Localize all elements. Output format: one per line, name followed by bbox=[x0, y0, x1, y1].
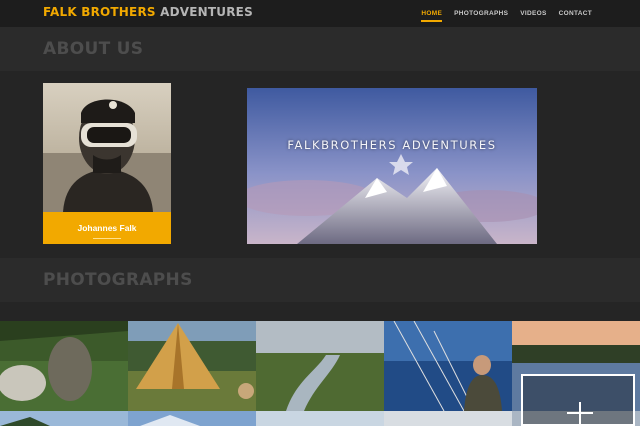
main-nav: HOME PHOTOGRAPHS VIDEOS CONTACT bbox=[421, 10, 592, 22]
profile-card[interactable]: Johannes Falk bbox=[43, 83, 171, 244]
gallery-tile-tent[interactable] bbox=[128, 321, 256, 411]
banner-title: FALKBROTHERS ADVENTURES bbox=[287, 138, 497, 152]
boat-photo bbox=[384, 321, 512, 411]
profile-name: Johannes Falk bbox=[77, 223, 137, 233]
tent-photo bbox=[128, 321, 256, 411]
fish-photo bbox=[0, 321, 128, 411]
profile-namebar: Johannes Falk bbox=[43, 212, 171, 244]
banner-image bbox=[247, 88, 537, 244]
name-divider bbox=[93, 238, 121, 239]
logo-part-adventures: ADVENTURES bbox=[160, 5, 253, 19]
profile-photo bbox=[43, 83, 171, 212]
plus-icon-horizontal bbox=[567, 412, 593, 414]
gallery-hover-overlay[interactable] bbox=[521, 374, 635, 426]
photographs-heading: PHOTOGRAPHS bbox=[43, 270, 193, 290]
top-navbar: FALK BROTHERS ADVENTURES HOME PHOTOGRAPH… bbox=[0, 0, 640, 27]
river-photo bbox=[256, 321, 384, 411]
gallery-tile-river[interactable] bbox=[256, 321, 384, 411]
nav-photographs[interactable]: PHOTOGRAPHS bbox=[454, 10, 508, 22]
logo-part-brand: FALK BROTHERS bbox=[43, 5, 156, 19]
site-logo[interactable]: FALK BROTHERS ADVENTURES bbox=[43, 5, 253, 19]
gallery-tile-fishing-boat[interactable] bbox=[384, 321, 512, 411]
nav-home[interactable]: HOME bbox=[421, 10, 442, 22]
portrait-image bbox=[43, 83, 171, 212]
hero-banner: FALKBROTHERS ADVENTURES bbox=[247, 88, 537, 244]
about-heading: ABOUT US bbox=[43, 39, 144, 59]
photographs-section-header: PHOTOGRAPHS bbox=[0, 258, 640, 302]
plus-icon-vertical bbox=[579, 402, 581, 426]
gallery-tile-fish[interactable] bbox=[0, 321, 128, 411]
nav-videos[interactable]: VIDEOS bbox=[520, 10, 546, 22]
about-section-header: ABOUT US bbox=[0, 27, 640, 71]
nav-contact[interactable]: CONTACT bbox=[559, 10, 592, 22]
